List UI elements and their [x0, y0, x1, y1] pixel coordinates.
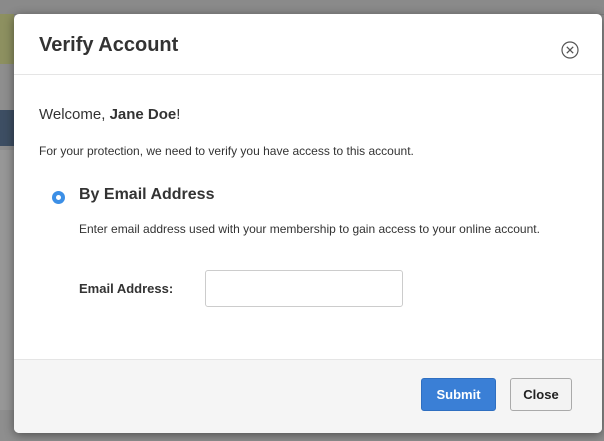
email-field[interactable]	[205, 270, 403, 307]
email-option-radio[interactable]	[52, 191, 65, 204]
backdrop-panel	[0, 150, 14, 410]
welcome-prefix: Welcome,	[39, 106, 110, 123]
protection-notice: For your protection, we need to verify y…	[39, 144, 414, 158]
dialog-title: Verify Account	[39, 34, 179, 56]
dialog-footer: Submit Close	[14, 359, 602, 433]
submit-button[interactable]: Submit	[421, 378, 496, 411]
email-field-label: Email Address:	[79, 281, 174, 296]
user-name: Jane Doe	[109, 106, 177, 123]
email-option-label[interactable]: By Email Address	[79, 184, 214, 206]
backdrop-panel	[0, 110, 14, 146]
close-button[interactable]: Close	[510, 378, 572, 411]
dialog-header: Verify Account	[14, 14, 602, 75]
close-circle-icon[interactable]	[561, 41, 579, 59]
welcome-message: Welcome, Jane Doe!	[39, 105, 180, 125]
email-option-description: Enter email address used with your membe…	[79, 222, 540, 236]
backdrop-header	[0, 0, 604, 15]
verify-account-dialog: Verify Account Welcome, Jane Doe! For yo…	[14, 14, 602, 433]
backdrop-panel	[0, 14, 14, 64]
dialog-body: Welcome, Jane Doe! For your protection, …	[14, 75, 602, 359]
welcome-suffix: !	[176, 106, 181, 123]
